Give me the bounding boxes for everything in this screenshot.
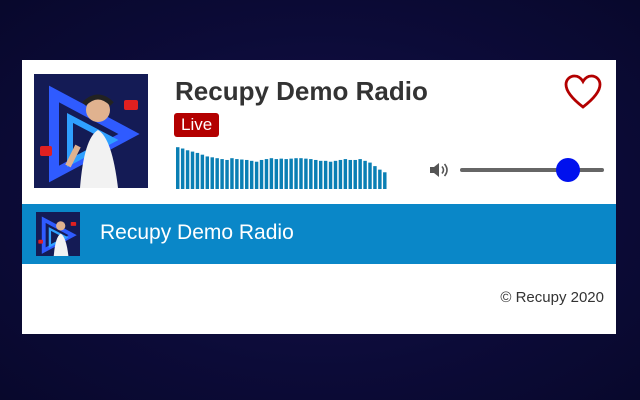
spectrum-bar — [299, 158, 303, 189]
spectrum-bar — [284, 159, 288, 189]
spectrum-bar — [348, 159, 353, 189]
spectrum-bar — [328, 161, 333, 189]
spectrum-bar — [353, 159, 357, 189]
live-badge: Live — [174, 113, 220, 137]
spectrum-bar — [180, 148, 185, 189]
spectrum-bar — [378, 169, 382, 189]
volume-slider[interactable] — [460, 158, 604, 182]
spectrum-bar — [205, 156, 210, 189]
spectrum-bar — [185, 150, 190, 189]
spectrum-bar — [210, 157, 214, 189]
spectrum-bar — [190, 151, 195, 189]
spectrum-bar — [215, 158, 219, 189]
spectrum-bar — [314, 159, 318, 189]
spectrum-bar — [249, 160, 254, 189]
spectrum-bar — [368, 162, 372, 189]
player-header: Recupy Demo Radio Live — [22, 60, 616, 204]
spectrum-bar — [304, 158, 308, 189]
spectrum-bar — [358, 159, 362, 189]
spectrum-bar — [259, 159, 264, 189]
spectrum-bar — [333, 160, 338, 189]
volume-slider-thumb[interactable] — [556, 158, 580, 182]
spectrum-bar — [200, 154, 205, 189]
spectrum-bar — [220, 159, 224, 189]
spectrum-bar — [373, 166, 377, 189]
spectrum-bar — [323, 160, 328, 189]
spectrum-bar — [245, 159, 249, 189]
spectrum-bar — [343, 159, 348, 189]
spectrum-bar — [363, 160, 367, 189]
spectrum-bar — [235, 159, 239, 189]
radio-player: Recupy Demo Radio Live Recupy Demo Radio… — [22, 60, 616, 334]
spectrum-bar — [230, 158, 234, 189]
spectrum-bar — [195, 152, 200, 189]
spectrum-bar — [269, 158, 274, 189]
spectrum-bar — [294, 158, 298, 189]
speaker-icon[interactable] — [428, 160, 452, 180]
spectrum-bar — [254, 161, 259, 189]
spectrum-bar — [279, 158, 283, 189]
station-artwork — [34, 74, 148, 188]
spectrum-bar — [225, 159, 229, 189]
audio-spectrum — [176, 147, 387, 189]
station-title: Recupy Demo Radio — [175, 76, 428, 106]
now-playing-thumbnail — [36, 212, 80, 256]
now-playing-title: Recupy Demo Radio — [100, 221, 294, 244]
now-playing-bar[interactable]: Recupy Demo Radio — [22, 204, 616, 264]
spectrum-bar — [289, 158, 293, 189]
spectrum-bar — [274, 159, 279, 189]
spectrum-bar — [264, 159, 269, 189]
spectrum-bar — [176, 147, 180, 189]
spectrum-bar — [240, 159, 244, 189]
copyright-text: © Recupy 2020 — [500, 289, 604, 306]
spectrum-bar — [318, 160, 323, 189]
spectrum-bar — [309, 159, 313, 189]
spectrum-bar — [338, 159, 343, 189]
spectrum-bar — [383, 172, 387, 189]
heart-icon[interactable] — [564, 74, 602, 110]
